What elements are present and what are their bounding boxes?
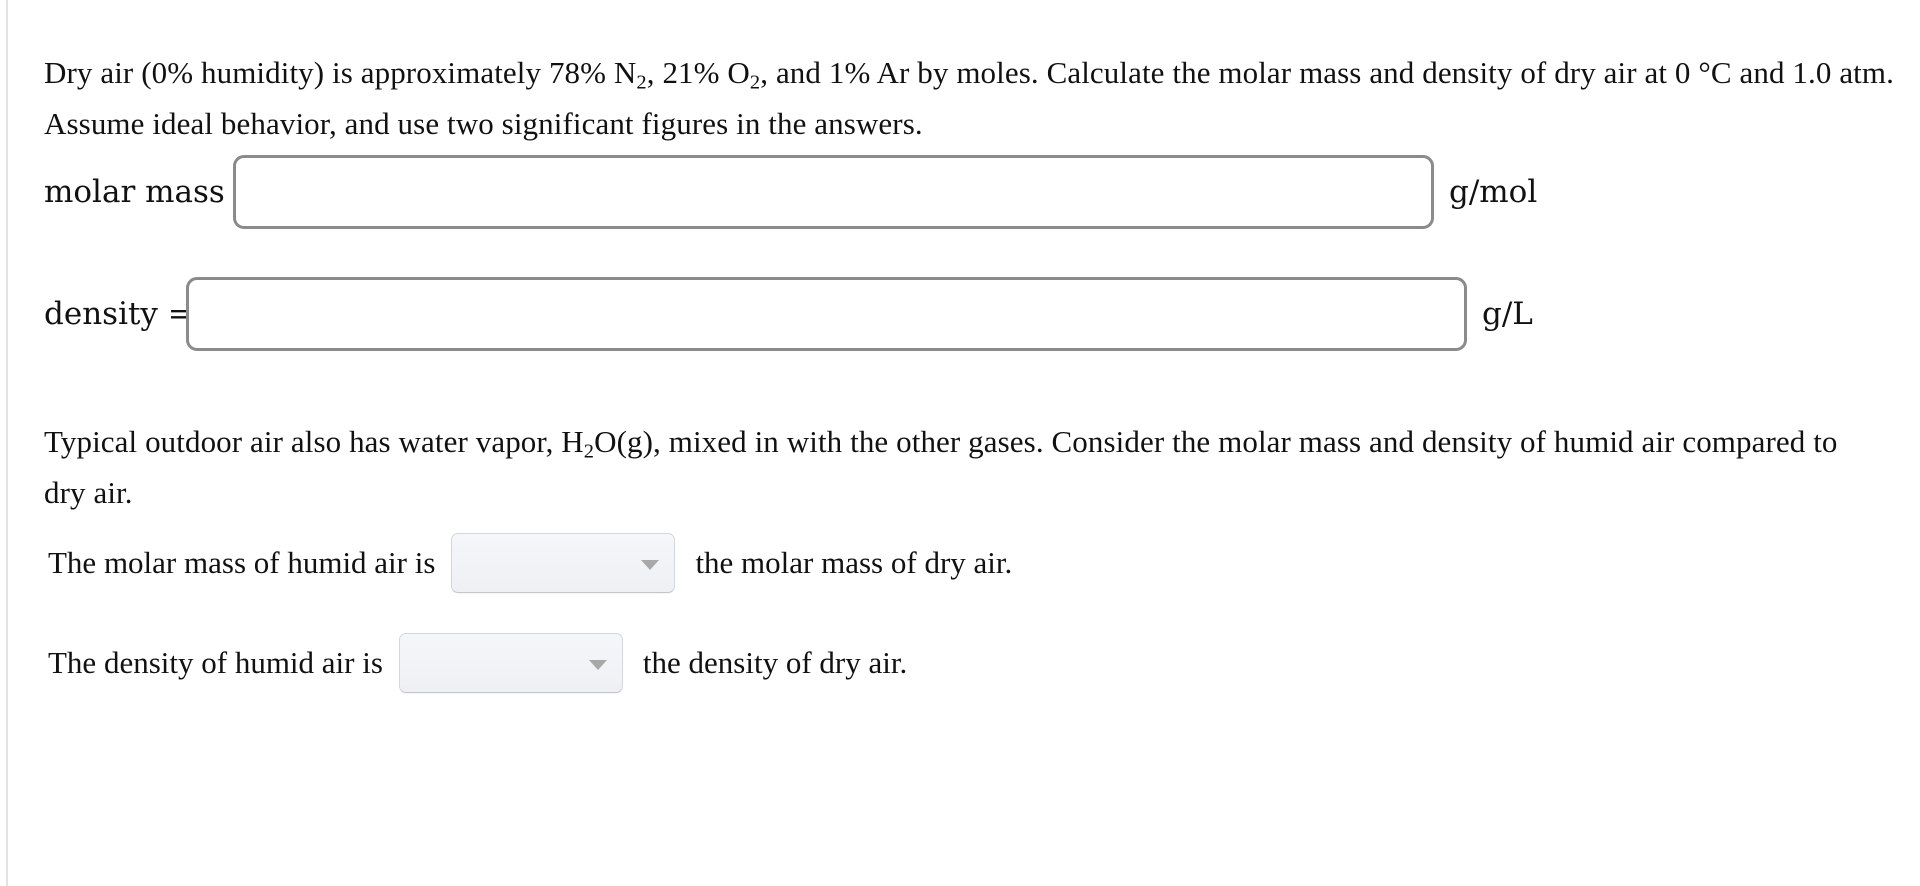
humid-text-part-1: Typical outdoor air also has water vapor… xyxy=(44,424,584,459)
left-edge-divider xyxy=(6,0,8,886)
intro-text-part-2: , 21% O xyxy=(646,55,750,90)
molar-mass-comparison-lead-text: The molar mass of humid air is xyxy=(48,545,436,580)
density-comparison-select[interactable] xyxy=(398,633,623,693)
molar-mass-input[interactable] xyxy=(233,155,1434,229)
intro-text-part-1: Dry air (0% humidity) is approximately 7… xyxy=(44,55,637,90)
density-comparison-select-wrapper xyxy=(398,633,623,693)
density-comparison-trail-text: the density of dry air. xyxy=(642,645,908,680)
density-comparison-row: The density of humid air is the density … xyxy=(48,633,907,693)
molar-mass-comparison-select[interactable] xyxy=(451,533,676,593)
molar-mass-comparison-trail-text: the molar mass of dry air. xyxy=(695,545,1013,580)
molar-mass-label: molar mass = xyxy=(44,174,261,210)
intro-paragraph: Dry air (0% humidity) is approximately 7… xyxy=(44,47,1904,149)
problem-page: Dry air (0% humidity) is approximately 7… xyxy=(0,0,1920,886)
humid-subscript-hydrogen: 2 xyxy=(583,440,595,463)
molar-mass-answer-row: molar mass = g/mol xyxy=(44,155,1537,229)
molar-mass-unit-label: g/mol xyxy=(1449,174,1538,210)
intro-subscript-nitrogen: 2 xyxy=(636,71,647,94)
density-label: density = xyxy=(44,296,194,332)
density-answer-row: density = g/L xyxy=(44,277,1533,351)
density-unit-label: g/L xyxy=(1482,296,1533,332)
density-input[interactable] xyxy=(186,277,1467,351)
molar-mass-comparison-select-wrapper xyxy=(451,533,676,593)
density-comparison-lead-text: The density of humid air is xyxy=(48,645,383,680)
molar-mass-comparison-row: The molar mass of humid air is the molar… xyxy=(48,533,1012,593)
intro-subscript-oxygen: 2 xyxy=(749,71,761,94)
humid-air-paragraph: Typical outdoor air also has water vapor… xyxy=(44,416,1844,518)
